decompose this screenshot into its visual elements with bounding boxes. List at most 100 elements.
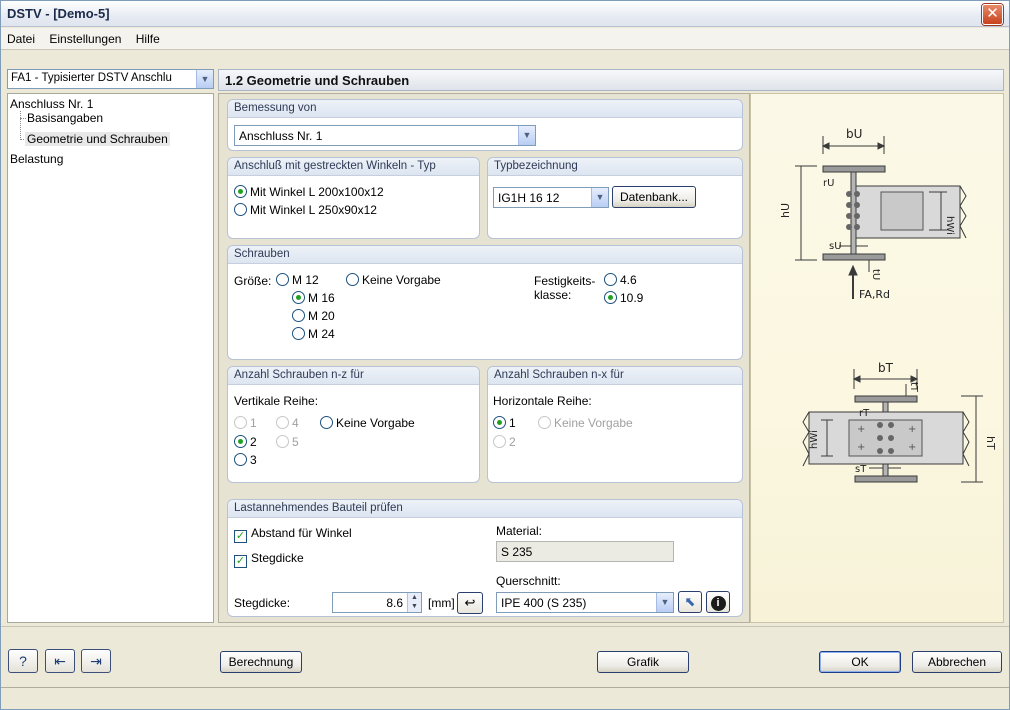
radio-label: Mit Winkel L 250x90x12 bbox=[250, 203, 377, 217]
radio-nz-2[interactable]: 2 bbox=[234, 435, 257, 449]
label-su: sU bbox=[829, 241, 842, 252]
stegdicke-label: Stegdicke: bbox=[234, 596, 291, 610]
close-button[interactable]: ✕ bbox=[982, 4, 1003, 25]
radio-label: 4 bbox=[292, 416, 299, 430]
chevron-down-icon[interactable]: ▼ bbox=[656, 593, 673, 612]
group-anzahl-nz: Anzahl Schrauben n-z für Vertikale Reihe… bbox=[227, 366, 480, 483]
chevron-down-icon[interactable]: ▼ bbox=[196, 70, 213, 88]
radio-label: Keine Vorgabe bbox=[362, 273, 441, 287]
grafik-button[interactable]: Grafik bbox=[597, 651, 689, 673]
radio-nx-1[interactable]: 1 bbox=[493, 416, 516, 430]
spinner-icon[interactable]: ▲ ▼ bbox=[407, 593, 421, 612]
checkbox-stegdicke[interactable]: ✓ Stegdicke bbox=[234, 551, 304, 568]
radio-label: 2 bbox=[509, 435, 516, 449]
menu-hilfe[interactable]: Hilfe bbox=[130, 28, 165, 46]
abbrechen-button[interactable]: Abbrechen bbox=[912, 651, 1002, 673]
radio-nx-keine-vorgabe[interactable]: Keine Vorgabe bbox=[538, 416, 633, 430]
group-title: Schrauben bbox=[228, 246, 742, 264]
group-title: Anschluß mit gestreckten Winkeln - Typ bbox=[228, 158, 479, 176]
stegdicke-input[interactable]: 8.6 ▲ ▼ bbox=[332, 592, 422, 613]
radio-selected-icon bbox=[604, 291, 617, 304]
radio-m20[interactable]: M 20 bbox=[292, 309, 335, 323]
help-icon: ? bbox=[19, 653, 27, 669]
navigator-combo[interactable]: FA1 - Typisierter DSTV Anschlu ▼ bbox=[7, 69, 214, 89]
dialog-window: DSTV - [Demo-5] ✕ Datei Einstellungen Hi… bbox=[0, 0, 1010, 710]
radio-label: M 12 bbox=[292, 273, 319, 287]
radio-icon bbox=[276, 273, 289, 286]
group-anzahl-nx: Anzahl Schrauben n-x für Horizontale Rei… bbox=[487, 366, 743, 483]
radio-icon bbox=[493, 435, 506, 448]
group-title: Typbezeichnung bbox=[488, 158, 742, 176]
querschnitt-label: Querschnitt: bbox=[496, 574, 561, 588]
radio-keine-vorgabe-schrauben[interactable]: Keine Vorgabe bbox=[346, 273, 441, 287]
export-button[interactable]: ⇥ bbox=[81, 649, 111, 673]
radio-label: 1 bbox=[250, 416, 257, 430]
radio-icon bbox=[538, 416, 551, 429]
tree-item-anschluss[interactable]: Anschluss Nr. 1 bbox=[10, 97, 93, 111]
checkbox-label: Abstand für Winkel bbox=[251, 526, 352, 540]
tree-item-basisangaben[interactable]: Basisangaben bbox=[27, 111, 103, 125]
group-title: Anzahl Schrauben n-z für bbox=[228, 367, 479, 385]
stegdicke-input-value: 8.6 bbox=[386, 596, 403, 610]
radio-selected-icon bbox=[292, 291, 305, 304]
group-winkel-typ: Anschluß mit gestreckten Winkeln - Typ M… bbox=[227, 157, 480, 239]
radio-klasse-109[interactable]: 10.9 bbox=[604, 291, 643, 305]
section-title: 1.2 Geometrie und Schrauben bbox=[218, 69, 1004, 91]
radio-nz-1[interactable]: 1 bbox=[234, 416, 257, 430]
label-hwi-traeger: hWi bbox=[809, 430, 820, 449]
group-title: Bemessung von bbox=[228, 100, 742, 118]
radio-nz-4[interactable]: 4 bbox=[276, 416, 299, 430]
tree-item-geometrie[interactable]: Geometrie und Schrauben bbox=[25, 132, 170, 146]
checkmark-icon: ✓ bbox=[234, 555, 247, 568]
menu-datei[interactable]: Datei bbox=[1, 28, 40, 46]
help-button[interactable]: ? bbox=[8, 649, 38, 673]
radio-icon bbox=[320, 416, 333, 429]
export-icon: ⇥ bbox=[90, 653, 102, 669]
radio-icon bbox=[234, 203, 247, 216]
querschnitt-select[interactable]: IPE 400 (S 235) ▼ bbox=[496, 592, 674, 613]
radio-icon bbox=[292, 309, 305, 322]
bolt-marker: + bbox=[908, 424, 916, 435]
radio-icon bbox=[292, 327, 305, 340]
import-button[interactable]: ⇤ bbox=[45, 649, 75, 673]
label-ru: rU bbox=[823, 178, 834, 189]
ok-button[interactable]: OK bbox=[819, 651, 901, 673]
radio-nz-keine-vorgabe[interactable]: Keine Vorgabe bbox=[320, 416, 415, 430]
typ-select-value: IG1H 16 12 bbox=[498, 191, 560, 205]
radio-m24[interactable]: M 24 bbox=[292, 327, 335, 341]
radio-klasse-46[interactable]: 4.6 bbox=[604, 273, 637, 287]
radio-selected-icon bbox=[234, 185, 247, 198]
radio-winkel-250[interactable]: Mit Winkel L 250x90x12 bbox=[234, 203, 377, 217]
radio-label: M 16 bbox=[308, 291, 335, 305]
radio-m12[interactable]: M 12 bbox=[276, 273, 319, 287]
pick-thickness-button[interactable]: ↩ bbox=[457, 592, 483, 614]
radio-m16[interactable]: M 16 bbox=[292, 291, 335, 305]
tree-item-belastung[interactable]: Belastung bbox=[10, 152, 63, 166]
radio-winkel-200[interactable]: Mit Winkel L 200x100x12 bbox=[234, 185, 384, 199]
menu-bar: Datei Einstellungen Hilfe bbox=[1, 28, 1009, 50]
radio-label: 10.9 bbox=[620, 291, 644, 305]
checkbox-abstand-winkel[interactable]: ✓ Abstand für Winkel bbox=[234, 526, 352, 543]
select-section-button[interactable]: ⬉ bbox=[678, 591, 702, 613]
radio-nx-2[interactable]: 2 bbox=[493, 435, 516, 449]
festigkeit-label-1: Festigkeits- bbox=[534, 274, 596, 288]
radio-icon bbox=[234, 453, 247, 466]
vertikale-reihe-label: Vertikale Reihe: bbox=[234, 394, 319, 408]
radio-label: Mit Winkel L 200x100x12 bbox=[250, 185, 384, 199]
radio-nz-5[interactable]: 5 bbox=[276, 435, 299, 449]
datenbank-button[interactable]: Datenbank... bbox=[612, 186, 696, 208]
checkbox-label: Stegdicke bbox=[251, 551, 304, 565]
menu-einstellungen[interactable]: Einstellungen bbox=[43, 28, 126, 46]
group-typbezeichnung: Typbezeichnung IG1H 16 12 ▼ Datenbank... bbox=[487, 157, 743, 239]
bemessung-select[interactable]: Anschluss Nr. 1 ▼ bbox=[234, 125, 536, 146]
label-bu: bU bbox=[846, 127, 862, 141]
chevron-down-icon[interactable]: ▼ bbox=[518, 126, 535, 145]
radio-label: 4.6 bbox=[620, 273, 637, 287]
chevron-down-icon[interactable]: ▼ bbox=[591, 188, 608, 207]
typ-select[interactable]: IG1H 16 12 ▼ bbox=[493, 187, 609, 208]
label-fa: FA,Rd bbox=[859, 288, 890, 301]
info-button[interactable]: i bbox=[706, 591, 730, 613]
berechnung-button[interactable]: Berechnung bbox=[220, 651, 302, 673]
radio-nz-3[interactable]: 3 bbox=[234, 453, 257, 467]
title-bar: DSTV - [Demo-5] ✕ bbox=[1, 1, 1009, 27]
